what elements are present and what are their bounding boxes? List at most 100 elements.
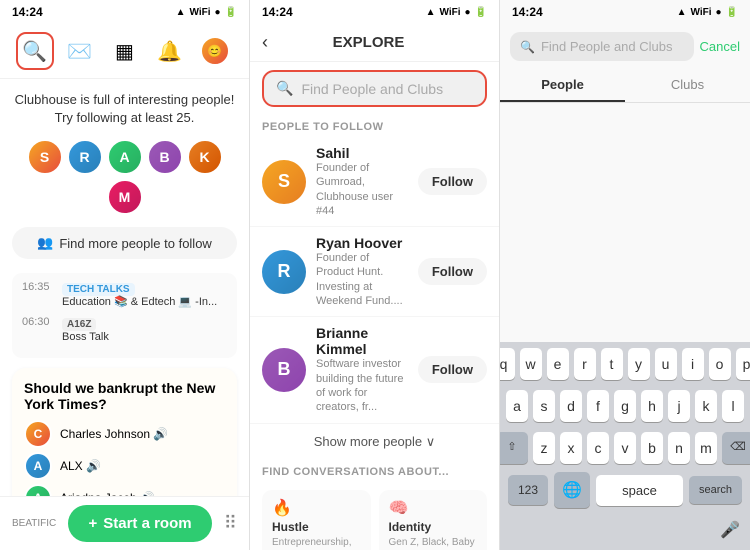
right-search-bar[interactable]: 🔍 Find People and Clubs [510, 32, 694, 61]
key-a[interactable]: a [506, 390, 528, 422]
topic-hustle[interactable]: 🔥 Hustle Entrepreneurship, Pitch Practic… [262, 490, 371, 550]
key-w[interactable]: w [520, 348, 542, 380]
room-title: Should we bankrupt the New York Times? [24, 380, 225, 412]
key-e[interactable]: e [547, 348, 569, 380]
key-d[interactable]: d [560, 390, 582, 422]
person-avatar-3: A [24, 484, 52, 496]
person-row-sahil: S Sahil Founder of Gumroad, Clubhouse us… [250, 137, 499, 227]
room-person-3: A Ariadna Jacob 🔊 [24, 484, 225, 496]
avatar-ryan: R [262, 250, 306, 294]
schedule-item-2: 06:30 A16Z Boss Talk [22, 316, 227, 344]
key-i[interactable]: i [682, 348, 704, 380]
mid-scroll: PEOPLE TO FOLLOW S Sahil Founder of Gumr… [250, 115, 499, 550]
person-info-ryan: Ryan Hoover Founder of Product Hunt. Inv… [316, 235, 408, 308]
key-l[interactable]: l [722, 390, 744, 422]
schedule-item-1: 16:35 TECH TALKS Education 📚 & Edtech 💻 … [22, 281, 227, 309]
keyboard-row-1: q w e r t y u i o p [500, 342, 750, 384]
key-f[interactable]: f [587, 390, 609, 422]
nav-rooms[interactable]: ▦ [106, 32, 144, 70]
key-z[interactable]: z [533, 432, 555, 464]
key-q[interactable]: q [500, 348, 515, 380]
key-n[interactable]: n [668, 432, 690, 464]
tab-clubs[interactable]: Clubs [625, 69, 750, 102]
keyboard-row-3: ⇧ z x c v b n m ⌫ [500, 426, 750, 468]
topic-identity[interactable]: 🧠 Identity Gen Z, Black, Baby Boomers, S… [379, 490, 488, 550]
right-search-header: 🔍 Find People and Clubs Cancel [500, 24, 750, 69]
follow-brianne[interactable]: Follow [418, 356, 487, 383]
people-section-header: PEOPLE TO FOLLOW [250, 115, 499, 137]
key-b[interactable]: b [641, 432, 663, 464]
find-more-button[interactable]: 👥 Find more people to follow [12, 227, 237, 259]
key-k[interactable]: k [695, 390, 717, 422]
grid-icon[interactable]: ⠿ [224, 513, 237, 534]
explore-search-placeholder: Find People and Clubs [301, 81, 473, 97]
key-o[interactable]: o [709, 348, 731, 380]
key-h[interactable]: h [641, 390, 663, 422]
avatar-5: K [187, 139, 223, 175]
conversations-section-header: FIND CONVERSATIONS ABOUT... [250, 460, 499, 482]
avatar-4: B [147, 139, 183, 175]
key-microphone[interactable]: 🎤 [720, 520, 740, 540]
key-p[interactable]: p [736, 348, 750, 380]
avatar-group: S R A B K M [12, 139, 237, 215]
person-avatar-1: C [24, 420, 52, 448]
person-avatar-2: A [24, 452, 52, 480]
follow-ryan[interactable]: Follow [418, 258, 487, 285]
right-tabs: People Clubs [500, 69, 750, 103]
follow-sahil[interactable]: Follow [418, 168, 487, 195]
room-person-2: A ALX 🔊 [24, 452, 225, 480]
mid-panel: 14:24 ▲ WiFi ● 🔋 ‹ EXPLORE 🔍 Find People… [250, 0, 500, 550]
key-m[interactable]: m [695, 432, 717, 464]
key-globe[interactable]: 🌐 [554, 472, 590, 508]
beatific-badge: BEATIFIC [12, 518, 56, 529]
room-card[interactable]: Should we bankrupt the New York Times? C… [12, 368, 237, 496]
status-icons-right: ▲ WiFi ● 🔋 [677, 7, 738, 18]
key-123[interactable]: 123 [508, 475, 548, 505]
status-icons-mid: ▲ WiFi ● 🔋 [426, 7, 487, 18]
explore-search-bar[interactable]: 🔍 Find People and Clubs [262, 70, 487, 107]
nav-profile[interactable]: 😊 [196, 32, 234, 70]
topics-grid: 🔥 Hustle Entrepreneurship, Pitch Practic… [250, 482, 499, 550]
key-g[interactable]: g [614, 390, 636, 422]
avatar-6: M [107, 179, 143, 215]
key-j[interactable]: j [668, 390, 690, 422]
key-t[interactable]: t [601, 348, 623, 380]
cancel-button[interactable]: Cancel [700, 39, 740, 54]
person-row-brianne: B Brianne Kimmel Software investor build… [250, 317, 499, 423]
left-panel: 14:24 ▲ WiFi ● 🔋 🔍 ✉️ ▦ 🔔 😊 Clubhouse is… [0, 0, 250, 550]
bottom-nav: 🔍 ✉️ ▦ 🔔 😊 [0, 24, 249, 79]
right-search-icon: 🔍 [520, 40, 535, 54]
key-s[interactable]: s [533, 390, 555, 422]
left-content: Clubhouse is full of interesting people!… [0, 79, 249, 496]
key-shift[interactable]: ⇧ [500, 432, 528, 464]
right-panel: 14:24 ▲ WiFi ● 🔋 🔍 Find People and Clubs… [500, 0, 750, 550]
key-delete[interactable]: ⌫ [722, 432, 750, 464]
right-search-placeholder: Find People and Clubs [541, 39, 684, 54]
key-space[interactable]: space [596, 475, 683, 506]
time-left: 14:24 [12, 5, 43, 19]
avatar-1: S [27, 139, 63, 175]
nav-notifications[interactable]: 🔔 [151, 32, 189, 70]
key-u[interactable]: u [655, 348, 677, 380]
nav-search[interactable]: 🔍 [16, 32, 54, 70]
nav-messages[interactable]: ✉️ [61, 32, 99, 70]
person-info-brianne: Brianne Kimmel Software investor buildin… [316, 325, 408, 414]
tab-people[interactable]: People [500, 69, 625, 102]
key-v[interactable]: v [614, 432, 636, 464]
key-y[interactable]: y [628, 348, 650, 380]
key-r[interactable]: r [574, 348, 596, 380]
person-info-sahil: Sahil Founder of Gumroad, Clubhouse user… [316, 145, 408, 218]
show-more-button[interactable]: Show more people ∨ [250, 424, 499, 460]
keyboard-row-4: 123 🌐 space search [500, 468, 750, 516]
explore-title: EXPLORE [276, 34, 461, 51]
start-room-button[interactable]: + Start a room [68, 505, 211, 542]
key-c[interactable]: c [587, 432, 609, 464]
back-arrow[interactable]: ‹ [262, 32, 268, 53]
follow-prompt: Clubhouse is full of interesting people!… [12, 91, 237, 127]
avatar-2: R [67, 139, 103, 175]
key-search[interactable]: search [689, 476, 742, 504]
time-mid: 14:24 [262, 5, 293, 19]
keyboard-mic-row: 🎤 [500, 516, 750, 550]
key-x[interactable]: x [560, 432, 582, 464]
keyboard: q w e r t y u i o p a s d f g h j k l ⇧ … [500, 342, 750, 550]
